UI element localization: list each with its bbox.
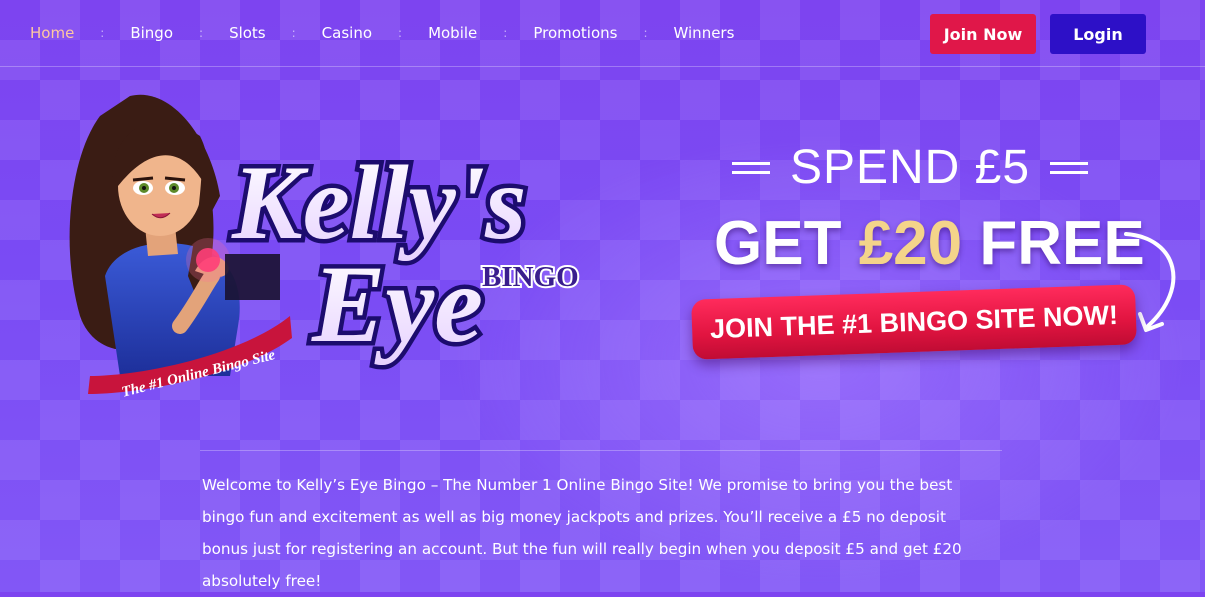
top-navigation-bar: Home : Bingo : Slots : Casino : Mobile :… bbox=[0, 0, 1205, 67]
login-button[interactable]: Login bbox=[1050, 14, 1146, 54]
join-now-button[interactable]: Join Now bbox=[930, 14, 1036, 54]
nav-separator: : bbox=[503, 26, 508, 40]
join-bingo-banner-button[interactable]: JOIN THE #1 BINGO SITE NOW! bbox=[691, 284, 1137, 360]
site-logo[interactable]: The #1 Online Bingo Site Kelly's Eye BIN… bbox=[60, 76, 620, 406]
promo-spend-text: SPEND £5 bbox=[789, 141, 1031, 194]
main-nav: Home : Bingo : Slots : Casino : Mobile :… bbox=[30, 24, 734, 42]
promo-spend-row: SPEND £5 bbox=[690, 140, 1130, 195]
nav-separator: : bbox=[100, 26, 105, 40]
nav-slots[interactable]: Slots bbox=[229, 24, 266, 42]
promo-right-dash bbox=[1050, 161, 1089, 174]
nav-separator: : bbox=[199, 26, 204, 40]
nav-home[interactable]: Home bbox=[30, 24, 74, 42]
nav-bingo[interactable]: Bingo bbox=[130, 24, 173, 42]
nav-casino[interactable]: Casino bbox=[322, 24, 372, 42]
nav-separator: : bbox=[291, 26, 296, 40]
promo-amount: £20 bbox=[858, 209, 963, 278]
logo-line-eye: Eye bbox=[311, 243, 483, 365]
nav-promotions[interactable]: Promotions bbox=[533, 24, 617, 42]
promo-get-word: GET bbox=[714, 209, 842, 278]
promo-get-free: GET £20 FREE bbox=[714, 208, 1145, 279]
nav-separator: : bbox=[643, 26, 648, 40]
content-divider bbox=[200, 450, 1002, 451]
promo-offer[interactable]: SPEND £5 GET £20 FREE JOIN THE #1 BINGO … bbox=[690, 140, 1195, 370]
nav-winners[interactable]: Winners bbox=[674, 24, 735, 42]
nav-separator: : bbox=[398, 26, 403, 40]
promo-left-dash bbox=[731, 161, 770, 174]
logo-bingo-badge: BINGO bbox=[482, 261, 579, 293]
intro-paragraph: Welcome to Kelly’s Eye Bingo – The Numbe… bbox=[202, 476, 962, 590]
logo-artwork: The #1 Online Bingo Site Kelly's Eye BIN… bbox=[69, 94, 581, 401]
nav-mobile[interactable]: Mobile bbox=[428, 24, 477, 42]
